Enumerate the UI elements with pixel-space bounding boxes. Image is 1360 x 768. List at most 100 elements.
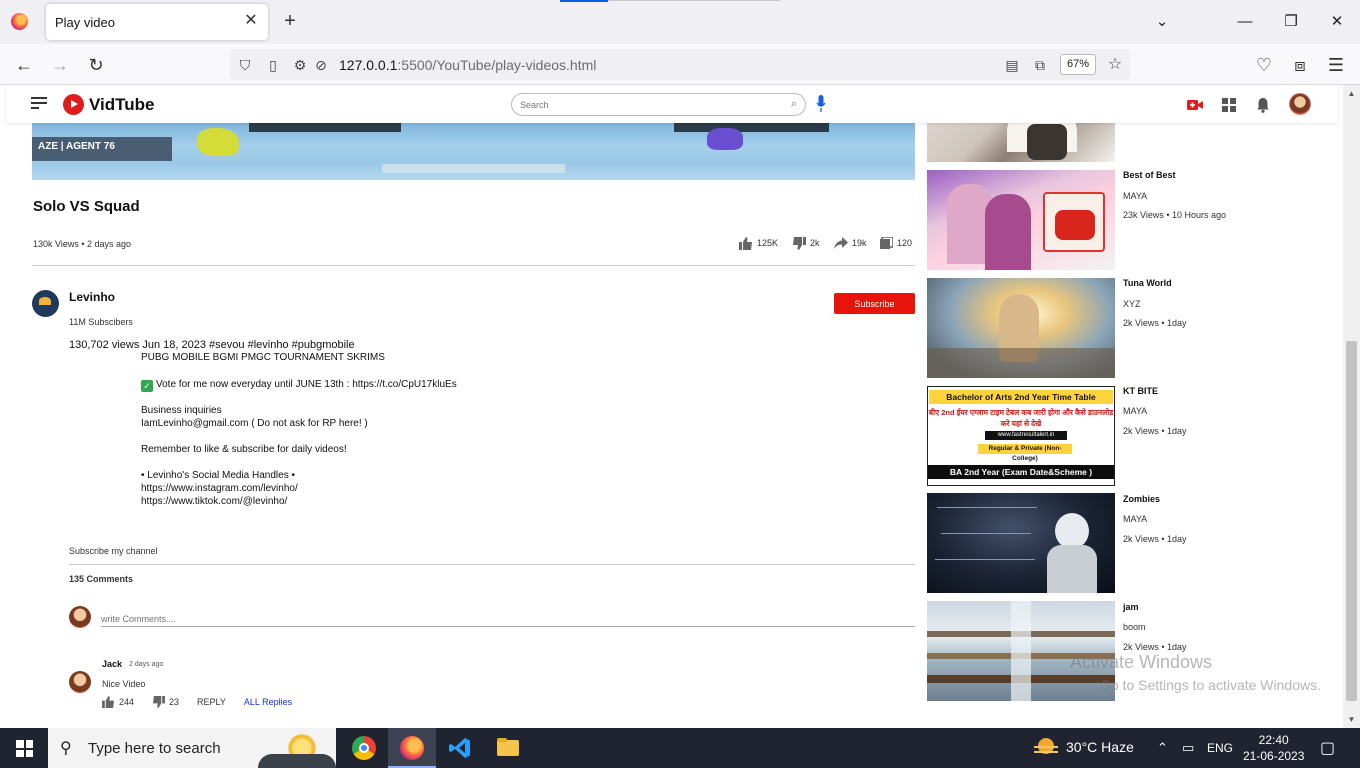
description-line: PUBG MOBILE BGMI PMGC TOURNAMENT SKRIMS — [141, 352, 385, 363]
subscribe-button[interactable]: Subscribe — [834, 293, 915, 314]
rec-title[interactable]: jam — [1123, 602, 1139, 612]
video-title: Solo VS Squad — [33, 198, 140, 215]
list-tabs-icon[interactable]: ⌄ — [1150, 10, 1174, 34]
notifications-bell-icon[interactable] — [1255, 97, 1271, 113]
search-input[interactable] — [520, 97, 775, 112]
url-text[interactable]: 127.0.0.1:5500/YouTube/play-videos.html — [339, 57, 596, 73]
reader-view-icon[interactable]: ▤ — [1002, 55, 1022, 75]
search-box: ⌕ — [511, 93, 806, 116]
minimize-icon[interactable]: — — [1233, 10, 1257, 34]
video-meta: 130k Views • 2 days ago — [33, 239, 132, 249]
thumbs-down-icon[interactable] — [152, 696, 165, 708]
all-replies-link[interactable]: ALL Replies — [244, 697, 292, 707]
comment-input[interactable] — [101, 612, 915, 627]
network-icon[interactable]: ▭ — [1182, 740, 1194, 756]
rec-title[interactable]: Tuna World — [1123, 278, 1172, 288]
channel-subscribers: 11M Subscibers — [69, 317, 133, 327]
weather-text[interactable]: 30°C Haze — [1066, 739, 1134, 755]
page-scrollbar[interactable]: ▲ ▼ — [1343, 85, 1360, 728]
chrome-taskbar-icon[interactable] — [340, 728, 388, 768]
url-host: 127.0.0.1 — [339, 57, 398, 73]
zoom-level[interactable]: 67% — [1060, 54, 1096, 75]
divider — [69, 564, 915, 565]
activate-windows-watermark: Activate Windows — [1070, 652, 1213, 672]
browser-tab-bar: Play video ✕ + ⌄ — ❐ ✕ — [0, 0, 1360, 44]
user-avatar[interactable] — [1289, 93, 1311, 115]
video-figure — [197, 128, 239, 156]
like-button[interactable]: 125K — [739, 236, 778, 250]
share-icon — [834, 237, 848, 249]
rec-channel: XYZ — [1123, 299, 1141, 309]
rec-title[interactable]: Zombies — [1123, 494, 1160, 504]
rec-channel: MAYA — [1123, 406, 1148, 416]
forward-icon[interactable]: → — [47, 52, 73, 78]
dislike-count: 2k — [810, 238, 820, 248]
search-icon[interactable]: ⌕ — [791, 98, 797, 111]
language-indicator[interactable]: ENG — [1207, 741, 1233, 755]
back-icon[interactable]: ← — [11, 52, 37, 78]
notifications-icon[interactable]: ▢ — [1320, 738, 1335, 758]
url-path: :5500/YouTube/play-videos.html — [397, 57, 597, 73]
video-thumbnail[interactable] — [927, 170, 1115, 270]
extensions-icon[interactable]: ⧈ — [1287, 52, 1313, 78]
video-thumbnail[interactable] — [927, 493, 1115, 593]
firefox-taskbar-icon[interactable] — [388, 728, 436, 768]
tracking-icon[interactable]: ⊘ — [311, 55, 331, 75]
apps-grid-icon[interactable] — [1221, 97, 1237, 113]
subscribe-channel-link[interactable]: Subscribe my channel — [69, 546, 158, 556]
channel-name[interactable]: Levinho — [69, 290, 115, 304]
browser-tab[interactable]: Play video ✕ — [46, 4, 268, 40]
scrollbar-thumb[interactable] — [1346, 341, 1357, 701]
url-bar[interactable]: ⛉ ▯ ⚙ ⊘ 127.0.0.1:5500/YouTube/play-vide… — [230, 49, 1130, 80]
tab-accent-bar — [560, 0, 608, 2]
scroll-up-arrow-icon[interactable]: ▲ — [1346, 88, 1357, 99]
taskbar-clock[interactable]: 22:40 21-06-2023 — [1243, 732, 1304, 764]
clock-date: 21-06-2023 — [1243, 749, 1305, 763]
file-explorer-taskbar-icon[interactable] — [484, 728, 532, 768]
dislike-button[interactable]: 2k — [792, 236, 820, 250]
rec-title[interactable]: Best of Best — [1123, 170, 1176, 180]
reply-button[interactable]: REPLY — [197, 697, 226, 707]
restore-icon[interactable]: ❐ — [1279, 10, 1303, 34]
reload-icon[interactable]: ↻ — [83, 52, 109, 78]
comments-count: 135 Comments — [69, 574, 134, 584]
rec-title[interactable]: KT BITE — [1123, 386, 1158, 396]
picture-in-picture-icon[interactable]: ⧉ — [1030, 55, 1050, 75]
rec-channel: MAYA — [1123, 191, 1148, 201]
video-player[interactable]: AZE | AGENT 76 — [32, 123, 915, 180]
description-link[interactable]: https://www.instagram.com/levinho/ — [141, 483, 298, 494]
show-hidden-icons-icon[interactable]: ⌃ — [1157, 740, 1168, 756]
save-count: 120 — [897, 238, 913, 248]
create-video-icon[interactable] — [1187, 97, 1203, 113]
vscode-taskbar-icon[interactable] — [436, 728, 484, 768]
menu-icon[interactable]: ☰ — [1323, 52, 1349, 78]
microphone-icon[interactable] — [816, 95, 826, 113]
scroll-down-arrow-icon[interactable]: ▼ — [1346, 714, 1357, 725]
description-link[interactable]: https://www.tiktok.com/@levinho/ — [141, 496, 287, 507]
share-button[interactable]: 19k — [834, 236, 867, 250]
channel-avatar[interactable] — [32, 290, 59, 317]
hamburger-menu-icon[interactable] — [31, 97, 47, 111]
close-tab-icon[interactable]: ✕ — [242, 12, 260, 30]
permissions-icon[interactable]: ⚙ — [290, 55, 310, 75]
play-logo-icon[interactable] — [63, 94, 84, 115]
video-thumbnail[interactable]: Bachelor of Arts 2nd Year Time Table बीए… — [927, 386, 1115, 486]
thumb-caption: BA 2nd Year (Exam Date&Scheme ) — [928, 465, 1114, 479]
thumbs-up-icon[interactable] — [102, 696, 115, 708]
brand-name[interactable]: VidTube — [89, 95, 155, 115]
pocket-icon[interactable]: ♡ — [1251, 52, 1277, 78]
like-count: 125K — [757, 238, 779, 248]
description-line: ✓ Vote for me now everyday until JUNE 13t… — [141, 379, 457, 392]
windows-start-icon[interactable] — [16, 740, 33, 757]
thumb-caption: www.fastresultalert.in — [985, 431, 1067, 440]
save-button[interactable]: 120 — [880, 236, 912, 250]
web-page: VidTube ⌕ AZE | — [0, 85, 1343, 728]
close-window-icon[interactable]: ✕ — [1325, 10, 1349, 34]
new-tab-icon[interactable]: + — [280, 10, 300, 32]
bookmark-star-icon[interactable]: ☆ — [1105, 55, 1125, 75]
video-thumbnail[interactable] — [927, 601, 1115, 701]
shield-icon[interactable]: ⛉ — [235, 55, 255, 75]
rec-channel: MAYA — [1123, 514, 1148, 524]
taskbar-search[interactable]: ⚲ Type here to search — [48, 728, 336, 768]
video-thumbnail[interactable] — [927, 278, 1115, 378]
